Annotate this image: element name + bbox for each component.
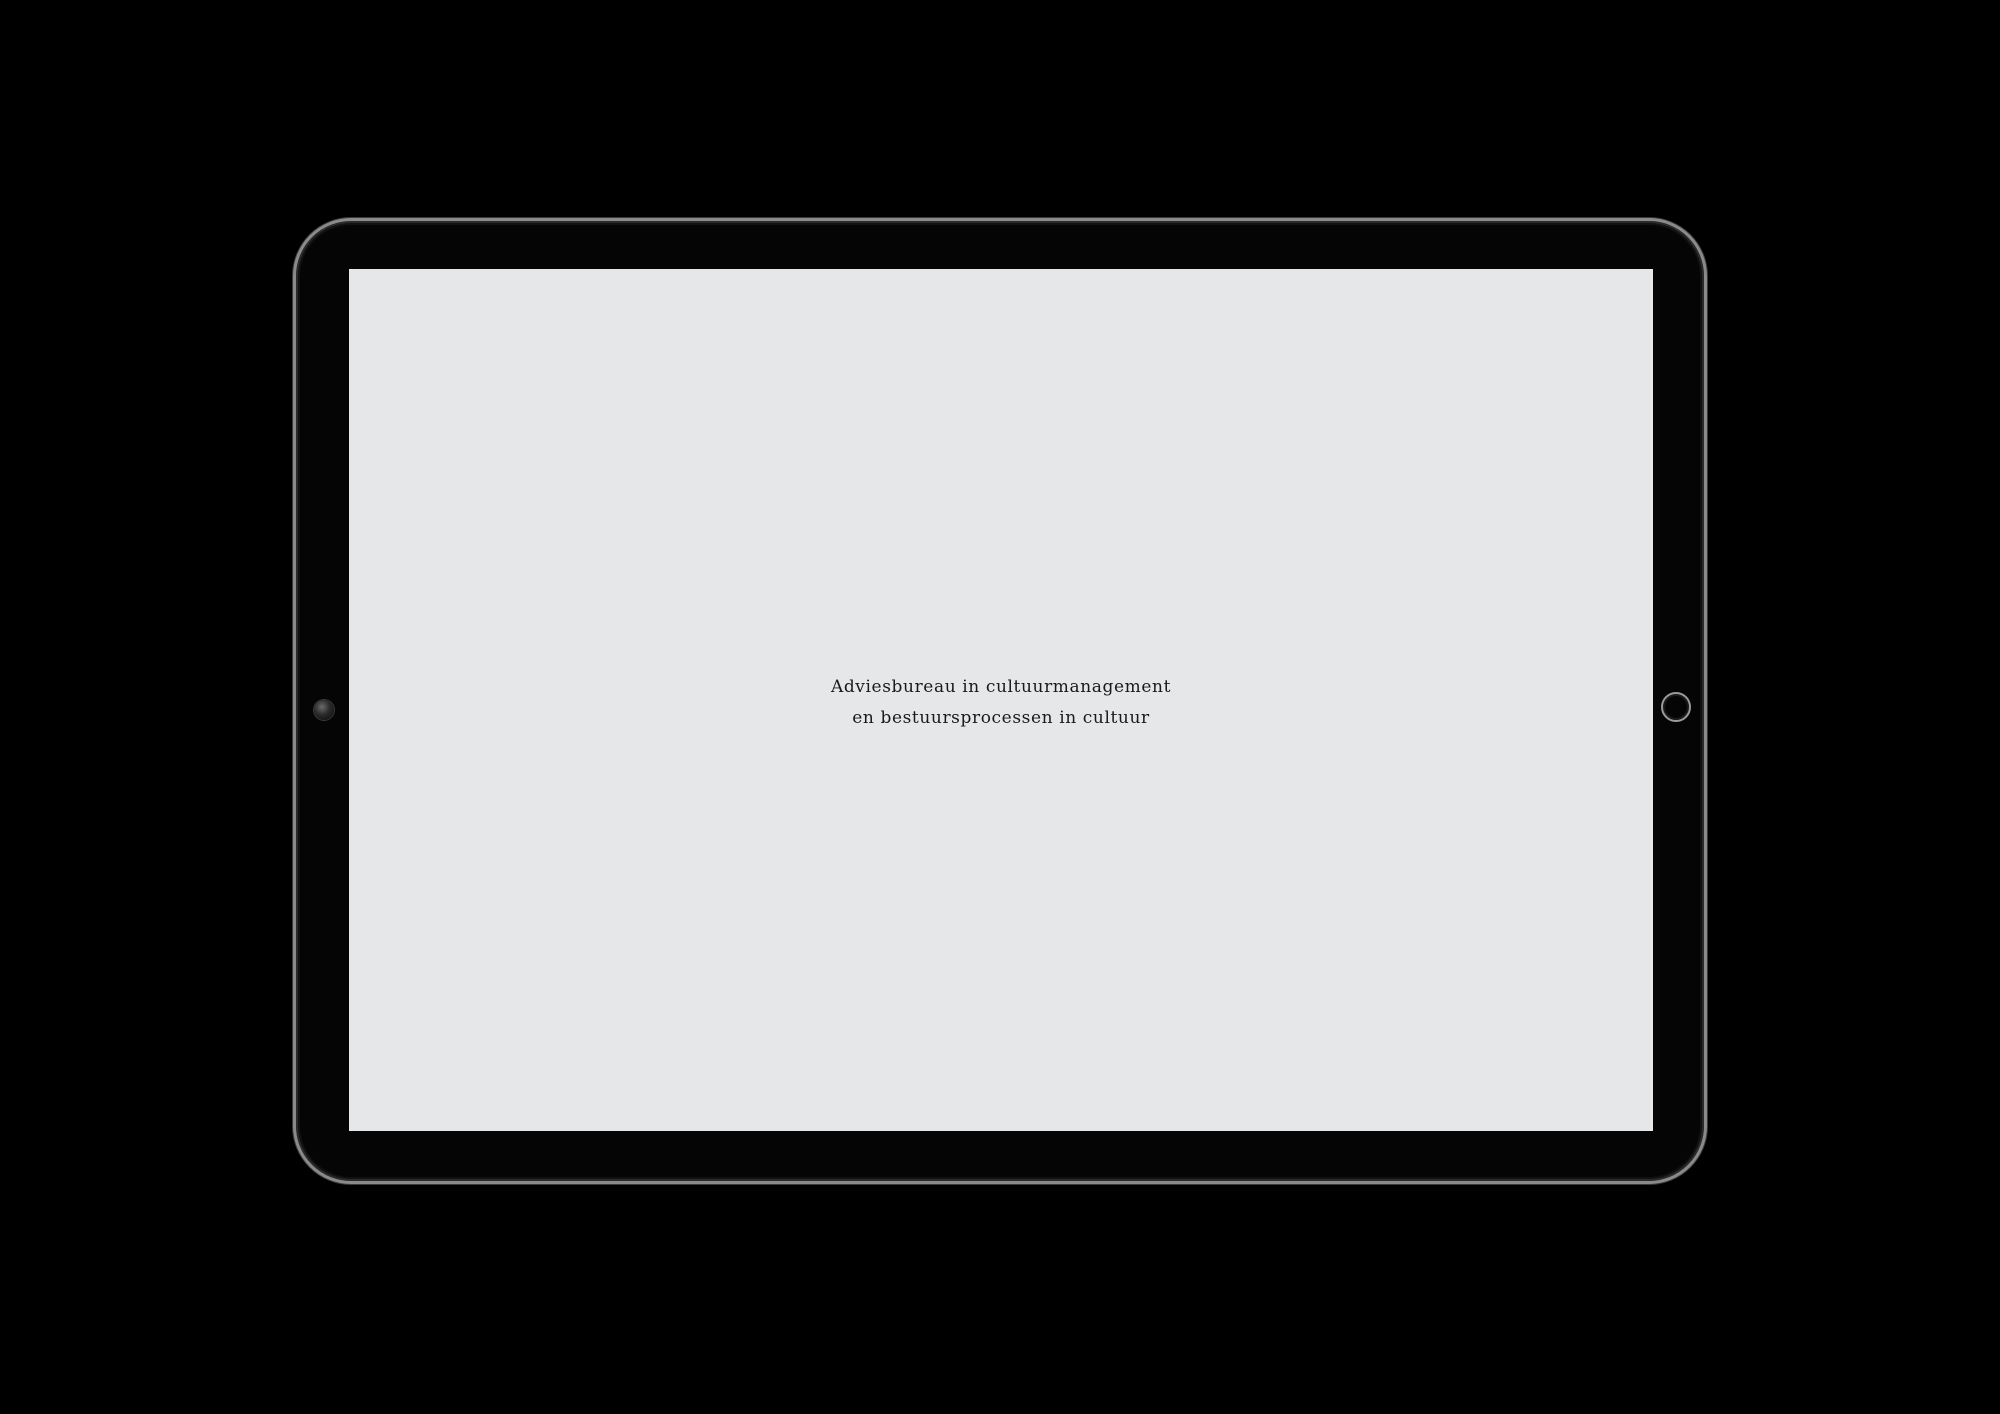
tagline-line-2: en bestuursprocessen in cultuur	[852, 708, 1150, 728]
home-button-icon[interactable]	[1661, 692, 1691, 722]
tablet-screen: Adviesbureau in cultuurmanagement en bes…	[349, 269, 1653, 1131]
tagline: Adviesbureau in cultuurmanagement en bes…	[349, 672, 1653, 734]
tagline-line-1: Adviesbureau in cultuurmanagement	[830, 677, 1172, 697]
stage: Adviesbureau in cultuurmanagement en bes…	[0, 0, 2000, 1414]
front-camera-icon	[314, 700, 334, 720]
